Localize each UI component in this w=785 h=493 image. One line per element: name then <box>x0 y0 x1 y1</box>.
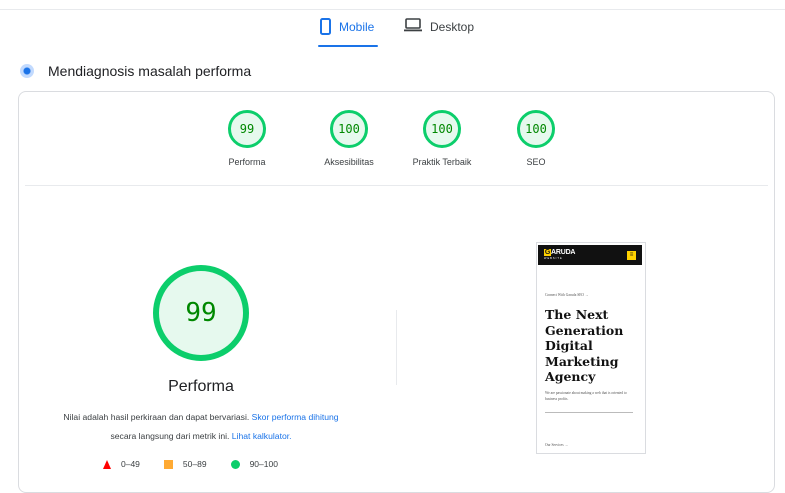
page-screenshot: GARUDA WEBSITE ≡ Connect With Garuda SEO… <box>536 242 646 454</box>
square-icon <box>163 459 173 469</box>
score-calculated-link[interactable]: Skor performa dihitung <box>252 412 339 422</box>
gauge-divider <box>25 185 768 186</box>
site-header: GARUDA WEBSITE ≡ <box>538 245 642 265</box>
top-divider <box>0 9 785 10</box>
gauge-aksesibilitas[interactable]: 100 Aksesibilitas <box>304 110 394 167</box>
legend-range: 90–100 <box>249 459 278 469</box>
legend-average: 50–89 <box>163 459 207 469</box>
gauge-performa[interactable]: 99 Performa <box>202 110 292 167</box>
gauge-label: SEO <box>526 157 546 167</box>
diagnose-header: Mendiagnosis masalah performa <box>20 61 251 81</box>
smartphone-icon <box>320 18 331 35</box>
site-rule <box>545 412 633 413</box>
site-services-link: Our Services → <box>545 443 569 447</box>
gauge-praktik-terbaik[interactable]: 100 Praktik Terbaik <box>397 110 487 167</box>
gauge-label: Aksesibilitas <box>324 157 374 167</box>
device-tabs: Mobile Desktop <box>0 12 785 48</box>
site-headline: The Next Generation Digital Marketing Ag… <box>545 307 624 384</box>
site-body: We are passionate about making a web tha… <box>545 391 627 401</box>
gauge-label: Performa <box>228 157 266 167</box>
gauge-score: 100 <box>330 110 368 148</box>
active-tab-indicator <box>318 45 378 47</box>
tab-mobile[interactable]: Mobile <box>320 18 374 48</box>
triangle-icon <box>103 459 111 469</box>
calculator-link[interactable]: Lihat kalkulator. <box>232 431 292 441</box>
score-legend: 0–49 50–89 90–100 <box>103 457 302 471</box>
gauge-score: 100 <box>517 110 555 148</box>
gauge-score: 99 <box>228 110 266 148</box>
report-card: 99 Performa 100 Aksesibilitas 100 Prakti… <box>18 91 775 493</box>
circle-icon <box>230 459 240 469</box>
vertical-divider <box>396 310 397 385</box>
tab-mobile-label: Mobile <box>339 20 375 34</box>
legend-fail: 0–49 <box>103 459 140 469</box>
performance-title: Performa <box>168 378 234 395</box>
tab-desktop[interactable]: Desktop <box>404 18 474 48</box>
performance-gauge: 99 <box>153 265 249 361</box>
diagnose-title: Mendiagnosis masalah performa <box>48 63 252 79</box>
gauge-score: 100 <box>423 110 461 148</box>
gauge-label: Praktik Terbaik <box>412 157 472 167</box>
site-logo-subtext: WEBSITE <box>544 257 563 260</box>
diagnose-dot-icon <box>20 64 34 78</box>
performance-score: 99 <box>153 265 249 361</box>
legend-range: 50–89 <box>182 459 207 469</box>
site-eyebrow: Connect With Garuda SEO → <box>545 293 589 297</box>
gauge-seo[interactable]: 100 SEO <box>491 110 581 167</box>
performance-description: Nilai adalah hasil perkiraan dan dapat b… <box>31 408 371 446</box>
legend-pass: 90–100 <box>230 459 278 469</box>
tab-desktop-label: Desktop <box>430 20 475 34</box>
site-logo: GARUDA <box>544 249 576 256</box>
legend-range: 0–49 <box>121 459 140 469</box>
desc-text-1: Nilai adalah hasil perkiraan dan dapat b… <box>63 412 250 422</box>
laptop-icon <box>404 18 422 32</box>
score-gauges: 99 Performa 100 Aksesibilitas 100 Prakti… <box>19 92 774 185</box>
menu-icon: ≡ <box>627 251 636 260</box>
desc-text-2: secara langsung dari metrik ini. <box>110 431 230 441</box>
